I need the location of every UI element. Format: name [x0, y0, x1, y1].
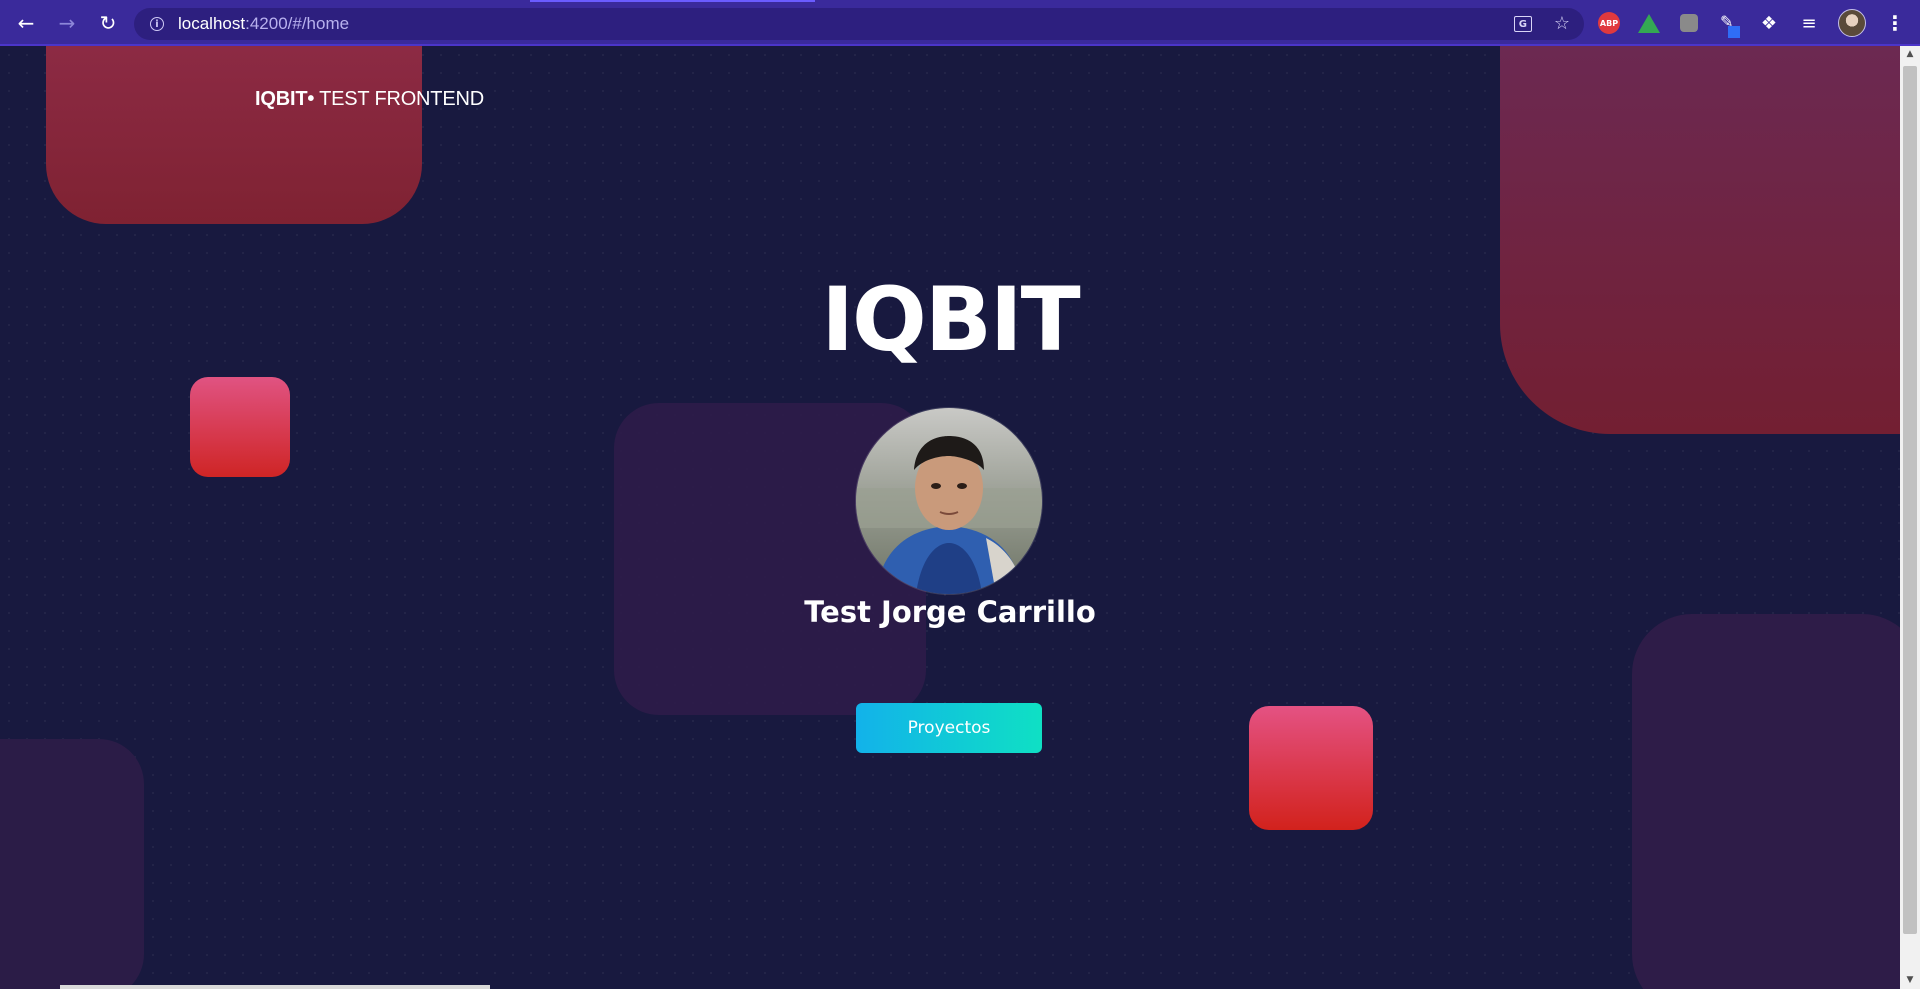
google-drive-icon[interactable] [1638, 12, 1660, 34]
scroll-thumb[interactable] [1903, 66, 1917, 934]
decor-shape-top-left [46, 46, 422, 224]
address-bar[interactable]: i localhost:4200/#/home G ☆ [134, 8, 1584, 40]
reload-icon[interactable]: ↻ [94, 9, 122, 37]
decor-square-right [1249, 706, 1373, 830]
puzzle-icon[interactable]: ❖ [1758, 12, 1780, 34]
page-title: IQBIT [821, 268, 1080, 371]
reading-list-icon[interactable]: ≡ [1798, 12, 1820, 34]
forward-icon[interactable]: → [53, 9, 81, 37]
bottom-edge-strip [60, 985, 490, 989]
browser-toolbar: ← → ↻ i localhost:4200/#/home G ☆ ABP ✎ … [0, 0, 1920, 46]
profile-avatar[interactable] [1838, 9, 1866, 37]
decor-shape-bottom-left [0, 739, 144, 989]
page-content: IQBIT• TEST FRONTEND IQBIT Test Jorge Ca… [0, 46, 1900, 989]
projects-button[interactable]: Proyectos [856, 703, 1042, 753]
url-path: :4200/#/home [245, 14, 350, 33]
url-text[interactable]: localhost:4200/#/home [178, 14, 349, 34]
url-host: localhost [178, 14, 246, 33]
brand-name: IQBIT• [255, 88, 315, 110]
loading-indicator [530, 0, 815, 2]
scroll-up-icon[interactable]: ▲ [1900, 46, 1920, 63]
adblock-plus-icon[interactable]: ABP [1598, 12, 1620, 34]
omnibox-actions: G ☆ [1513, 8, 1570, 40]
page-scrollbar[interactable]: ▲ ▼ [1900, 46, 1920, 989]
menu-icon[interactable]: ⋮ [1884, 11, 1906, 35]
bookmark-star-icon[interactable]: ☆ [1554, 15, 1570, 33]
scroll-down-icon[interactable]: ▼ [1900, 972, 1920, 989]
decor-shape-bottom-right [1632, 614, 1900, 989]
brand-subtitle: TEST FRONTEND [314, 88, 484, 110]
brand-logo[interactable]: IQBIT• TEST FRONTEND [255, 88, 484, 111]
site-info-icon[interactable]: i [150, 17, 164, 31]
decor-shape-top-right [1500, 46, 1900, 434]
pen-extension-icon[interactable]: ✎ [1718, 12, 1740, 38]
extensions-bar: ABP ✎ ❖ ≡ ⋮ [1598, 8, 1906, 38]
decor-square-left [190, 377, 290, 477]
extension-icon[interactable] [1678, 12, 1700, 34]
back-icon[interactable]: ← [12, 9, 40, 37]
translate-icon[interactable]: G [1513, 16, 1532, 32]
profile-photo [856, 408, 1042, 594]
profile-name: Test Jorge Carrillo [804, 595, 1096, 629]
